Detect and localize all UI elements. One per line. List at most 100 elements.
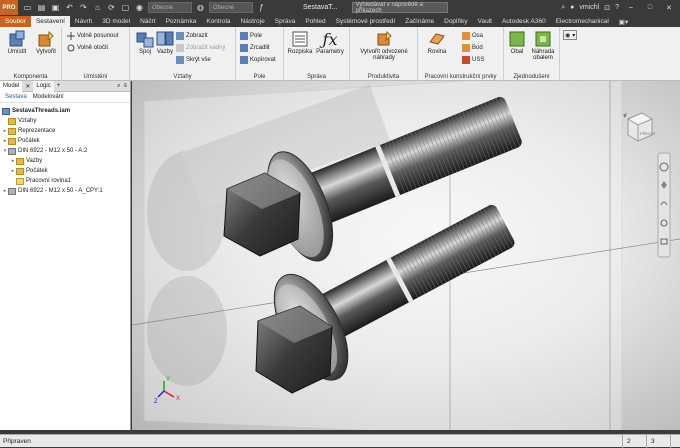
appearance-icon[interactable]: ◉ [134, 2, 145, 13]
undo-icon[interactable]: ↶ [64, 2, 75, 13]
tab-manage[interactable]: Správa [270, 16, 301, 27]
tab-model[interactable]: Model [0, 80, 23, 92]
tab-3d-model[interactable]: 3D model [97, 16, 135, 27]
home-view-icon [623, 113, 627, 118]
panel-title[interactable]: Pole [236, 74, 283, 80]
create-button[interactable]: Vytvořit [32, 30, 60, 55]
panel-title[interactable]: Zjednodušení [504, 74, 559, 80]
appearance-combo[interactable]: Obecné [148, 2, 192, 13]
redo-icon[interactable]: ↷ [78, 2, 89, 13]
tree-node[interactable]: ▸ Vazby [0, 156, 130, 166]
tab-electromechanical[interactable]: Electromechanical [551, 16, 614, 27]
tab-environments[interactable]: Systémové prostředí [331, 16, 401, 27]
point-button[interactable]: Bod [462, 43, 483, 53]
panel-title[interactable]: Umístění [62, 74, 129, 80]
tree-node[interactable]: ▸ Reprezentace [0, 126, 130, 136]
bom-button[interactable]: Rozpiska [286, 30, 314, 55]
close-tab-icon[interactable]: ✕ [22, 81, 33, 92]
home-icon[interactable]: ⌂ [92, 2, 103, 13]
envelope-button[interactable]: Obal [506, 30, 528, 55]
browser-tree: SestavaThreads.iam Vztahy ▸ Reprezentace … [0, 103, 130, 196]
tree-node-root[interactable]: SestavaThreads.iam [0, 106, 130, 116]
hide-all-button[interactable]: Skrýt vše [176, 55, 211, 65]
user-name[interactable]: vmichl [579, 4, 599, 11]
menu-icon[interactable]: ≡ [123, 83, 127, 90]
parameters-button[interactable]: ƒx Parametry [316, 30, 344, 55]
measure-icon[interactable]: ▢ [120, 2, 131, 13]
panel-title[interactable]: Správa [284, 74, 349, 80]
tab-logic[interactable]: Logic [33, 80, 54, 92]
tab-view[interactable]: Pohled [300, 16, 330, 27]
tab-tools[interactable]: Nástroje [236, 16, 270, 27]
tab-modeling-view[interactable]: Modelování [33, 94, 64, 100]
constrain-button[interactable]: Vazby [151, 30, 179, 55]
folder-icon [16, 167, 24, 175]
tab-a360[interactable]: Autodesk A360 [497, 16, 551, 27]
tree-node[interactable]: Pracovní rovina1 [0, 176, 130, 186]
tab-vault[interactable]: Vault [473, 16, 497, 27]
material-combo[interactable]: Obecné [209, 2, 253, 13]
app-logo[interactable]: PRO [0, 0, 18, 15]
constrain-icon [156, 30, 174, 48]
tree-node[interactable]: ▾ DIN 6922 - M12 x 50 - A:2 [0, 146, 130, 156]
panel-title[interactable]: Vztahy [130, 74, 235, 80]
tab-design[interactable]: Návrh [70, 16, 97, 27]
plane-button[interactable]: Rovina [422, 30, 452, 55]
search-icon[interactable]: ⌕ [117, 83, 120, 90]
tab-annotate[interactable]: Poznámka [161, 16, 202, 27]
maximize-icon[interactable]: □ [643, 4, 657, 11]
tab-assembly-view[interactable]: Sestava [5, 94, 27, 100]
tab-sketch[interactable]: Náčrt [135, 16, 161, 27]
panel-title[interactable]: Komponenta [0, 74, 61, 80]
tree-node[interactable]: ▸ Počátek [0, 136, 130, 146]
create-icon [37, 30, 55, 48]
tab-get-started[interactable]: Začínáme [400, 16, 439, 27]
tree-node[interactable]: Vztahy [0, 116, 130, 126]
envelope-substitute-button[interactable]: Náhrada obalem [528, 30, 558, 61]
open-file-icon[interactable]: ▤ [36, 2, 47, 13]
tree-node[interactable]: ▸ Počátek [0, 166, 130, 176]
document-count: 3 [646, 434, 670, 448]
tab-assembly[interactable]: Sestavení [30, 16, 70, 27]
pattern-button[interactable]: Pole [240, 31, 262, 41]
update-icon[interactable]: ⟳ [106, 2, 117, 13]
help-icon[interactable]: ? [615, 4, 619, 11]
axis-icon [462, 32, 470, 40]
tree-node[interactable]: ▸ DIN 6922 - M12 x 50 - A_CPY:1 [0, 186, 130, 196]
ribbon-options-icon[interactable]: ▣▾ [614, 16, 633, 27]
extra-dropdown[interactable]: ◉ ▾ [563, 30, 578, 40]
panel-relationships: Spoj Vazby Zobrazit Zobrazit vadný Skrýt… [130, 27, 236, 81]
axis-y-label: Y [166, 377, 170, 383]
user-icon[interactable]: ● [570, 4, 574, 11]
free-rotate-button[interactable]: Volně otočit [67, 43, 108, 53]
tab-inspect[interactable]: Kontrola [201, 16, 235, 27]
cart-icon[interactable]: ⊡ [604, 4, 610, 12]
panel-title[interactable]: Produktivita [350, 74, 417, 80]
search-icon[interactable]: ⌕ [561, 4, 565, 12]
help-search-input[interactable]: Vyhledávat v nápovědě a příkazech [351, 2, 448, 14]
add-tab-icon[interactable]: + [54, 81, 64, 92]
ucs-button[interactable]: USS [462, 55, 484, 65]
show-sick-button[interactable]: Zobrazit vadný [176, 43, 225, 53]
create-substitute-button[interactable]: Vytvořit odvozené náhrady [353, 30, 415, 61]
axis-button[interactable]: Osa [462, 31, 483, 41]
tab-addins[interactable]: Doplňky [439, 16, 472, 27]
place-button[interactable]: Umístit [3, 30, 31, 55]
tab-file[interactable]: Soubor [0, 16, 31, 27]
free-move-button[interactable]: Volně posunout [67, 31, 118, 41]
show-button[interactable]: Zobrazit [176, 31, 208, 41]
panel-title[interactable]: Pracovní konstrukční prvky [418, 74, 503, 80]
pattern-icon [240, 32, 248, 40]
save-icon[interactable]: ▣ [50, 2, 61, 13]
close-icon[interactable]: ✕ [662, 4, 676, 12]
bom-icon [291, 30, 309, 48]
panel-component: Umístit Vytvořit Komponenta [0, 27, 62, 81]
copy-button[interactable]: Kopírovat [240, 55, 276, 65]
graphics-viewport[interactable]: X Y Z PŘEDNÍ [132, 81, 680, 430]
minimize-icon[interactable]: – [624, 4, 638, 11]
new-file-icon[interactable]: ▭ [22, 2, 33, 13]
material-icon[interactable]: ◍ [195, 2, 206, 13]
fx-icon[interactable]: ƒ [256, 2, 267, 13]
panel-pattern: Pole Zrcadlit Kopírovat Pole [236, 27, 284, 81]
mirror-button[interactable]: Zrcadlit [240, 43, 270, 53]
